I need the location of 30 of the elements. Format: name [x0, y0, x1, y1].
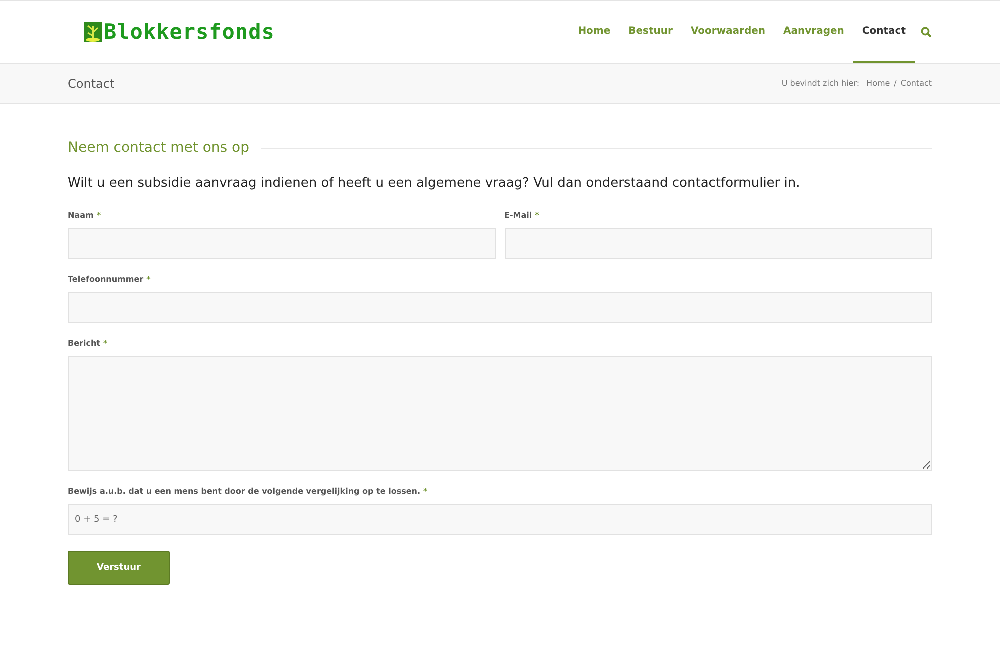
field-label: Bericht	[68, 339, 100, 348]
nav-link[interactable]: Bestuur	[620, 1, 682, 63]
submit-button[interactable]: Verstuur	[68, 551, 170, 585]
required-mark: *	[96, 211, 102, 220]
input-field[interactable]	[68, 228, 496, 259]
nav-link[interactable]: Aanvragen	[774, 1, 854, 63]
intro-text: Wilt u een subsidie aanvraag indienen of heeft u een algemene vraag? Vul dan onderstaand contactformulier in.	[68, 176, 802, 191]
field-label: Naam	[68, 211, 94, 220]
search-icon[interactable]	[921, 26, 932, 38]
field-label: Telefoonnummer	[68, 275, 144, 284]
nav-link[interactable]: Home	[569, 1, 620, 63]
message-field[interactable]	[68, 356, 932, 471]
required-mark: *	[424, 487, 428, 496]
field-label: Bewijs a.u.b. dat u een mens bent door de volgende vergelijking op te lossen.	[68, 487, 420, 496]
nav-link[interactable]: Voorwaarden	[682, 1, 775, 63]
page-title: Contact	[68, 76, 115, 90]
section-heading: Neem contact met ons op	[68, 140, 250, 156]
field-label: E-Mail	[504, 211, 532, 220]
site-logo[interactable]: Blokkersfonds	[104, 20, 275, 44]
breadcrumb-link[interactable]: Home	[866, 79, 890, 88]
breadcrumb-link[interactable]: Contact	[900, 79, 932, 88]
required-mark: *	[103, 339, 108, 348]
input-field[interactable]	[504, 228, 932, 259]
tree-logo-icon	[84, 22, 102, 42]
input-field[interactable]: 0 + 5 = ?	[68, 504, 932, 535]
required-mark: *	[146, 275, 151, 284]
input-field[interactable]	[68, 292, 932, 323]
breadcrumb-separator: /	[894, 79, 897, 88]
breadcrumb-label: U bevindt zich hier:	[782, 79, 860, 88]
required-mark: *	[535, 211, 540, 220]
